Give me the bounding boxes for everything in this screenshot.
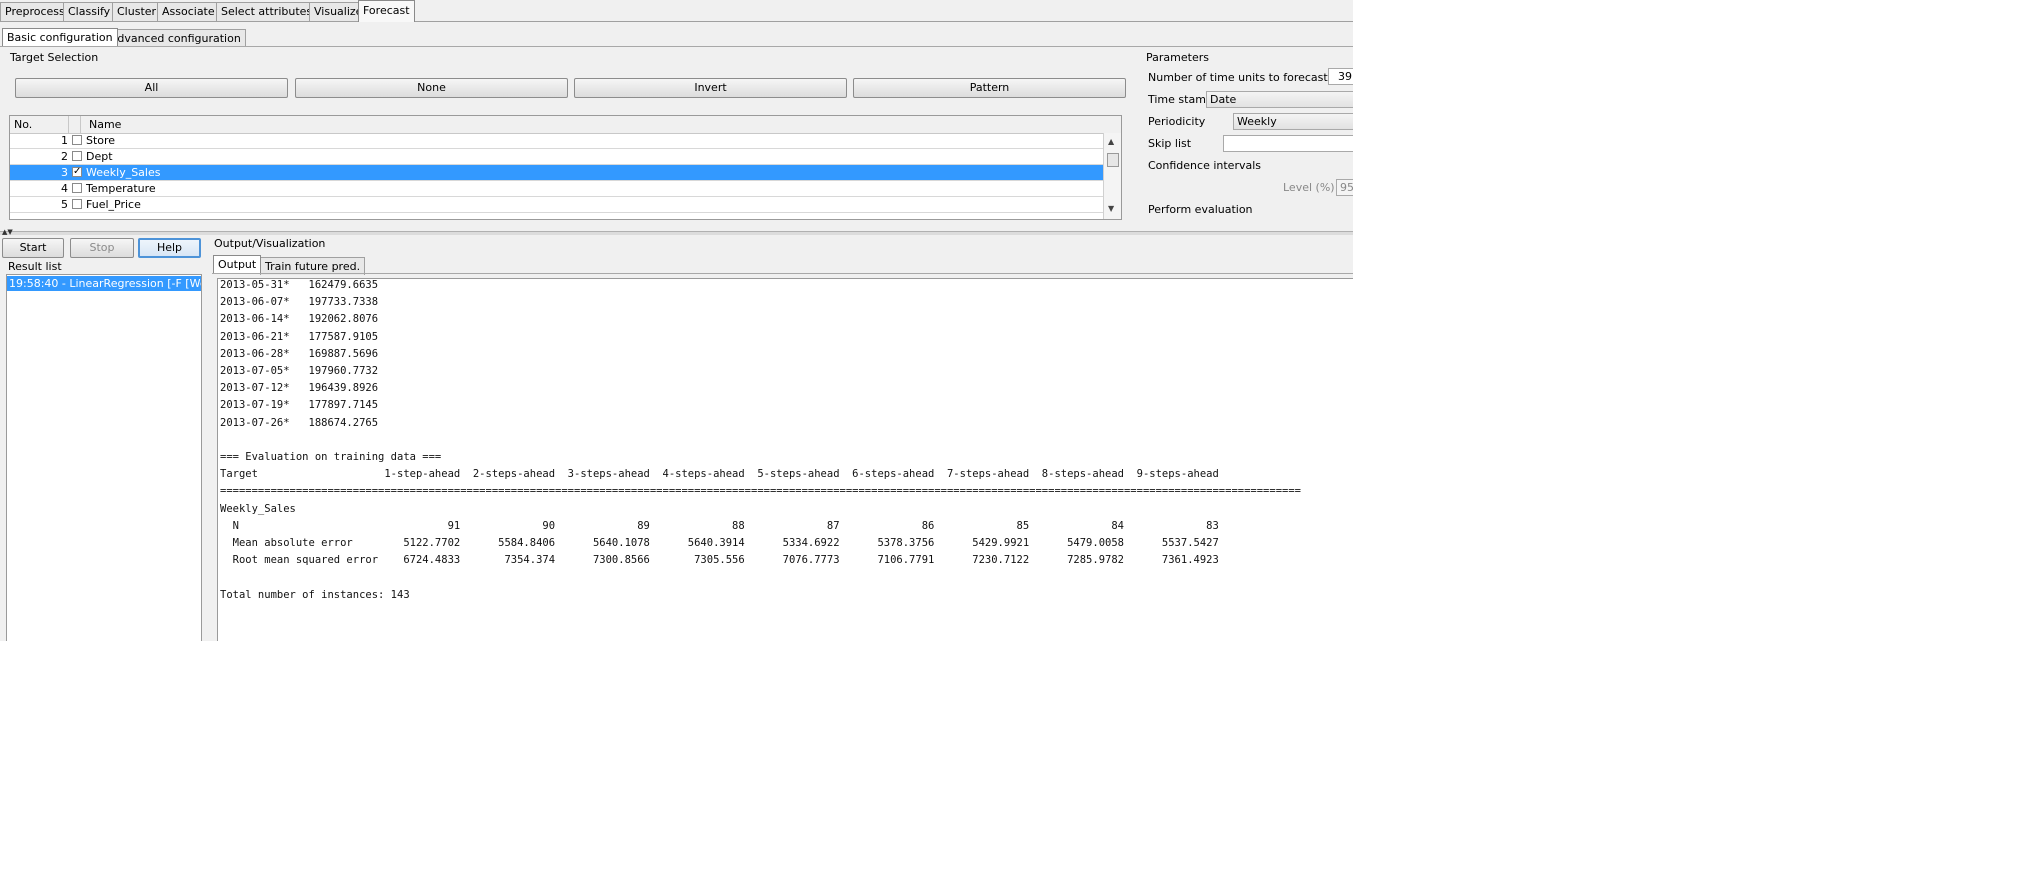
- row-number: 1: [61, 134, 68, 147]
- column-divider: [80, 116, 81, 133]
- result-list: 19:58:40 - LinearRegression [-F [Weekly_…: [6, 274, 202, 641]
- level-label: Level (%): [1283, 181, 1335, 194]
- row-checkbox[interactable]: [72, 151, 82, 161]
- table-row-selected[interactable]: 3 ✓ Weekly_Sales: [10, 165, 1111, 181]
- scroll-up-arrow-icon[interactable]: ▲: [1108, 137, 1114, 146]
- periodicity-select[interactable]: Weekly: [1233, 113, 1353, 130]
- table-scrollbar[interactable]: ▲ ▼: [1103, 133, 1121, 219]
- target-selection-title: Target Selection: [10, 51, 99, 64]
- row-checkbox[interactable]: [72, 135, 82, 145]
- table-row[interactable]: 1 Store: [10, 133, 1111, 149]
- tab-cluster[interactable]: Cluster: [112, 2, 162, 21]
- attribute-name: Dept: [86, 150, 113, 163]
- row-checkbox[interactable]: [72, 199, 82, 209]
- attribute-name: Temperature: [86, 182, 156, 195]
- table-header: No. Name: [10, 116, 1121, 134]
- scrollbar-thumb[interactable]: [1107, 153, 1119, 167]
- tab-output[interactable]: Output: [213, 255, 262, 273]
- row-number: 2: [61, 150, 68, 163]
- output-text-area[interactable]: 2013-05-31* 162479.6635 2013-06-07* 1977…: [217, 278, 1353, 641]
- tab-preprocess[interactable]: Preprocess: [0, 2, 70, 21]
- result-list-item[interactable]: 19:58:40 - LinearRegression [-F [Weekly_…: [7, 276, 201, 291]
- tab-basic-configuration[interactable]: Basic configuration: [2, 28, 118, 46]
- forecast-units-input[interactable]: 39: [1328, 68, 1353, 85]
- column-header-name[interactable]: Name: [89, 118, 121, 131]
- result-list-title: Result list: [8, 260, 62, 273]
- tab-advanced-configuration[interactable]: Advanced configuration: [105, 29, 246, 47]
- attribute-name: Weekly_Sales: [86, 166, 161, 179]
- row-number: 5: [61, 198, 68, 211]
- tab-select-attributes[interactable]: Select attributes: [216, 2, 318, 21]
- periodicity-label: Periodicity: [1148, 115, 1206, 128]
- row-number: 3: [61, 166, 68, 179]
- tab-associate[interactable]: Associate: [157, 2, 220, 21]
- table-row[interactable]: 5 Fuel_Price: [10, 197, 1111, 213]
- table-row[interactable]: 4 Temperature: [10, 181, 1111, 197]
- parameters-title: Parameters: [1146, 51, 1209, 64]
- scroll-down-arrow-icon[interactable]: ▼: [1108, 204, 1114, 213]
- table-row[interactable]: 2 Dept: [10, 149, 1111, 165]
- row-number: 4: [61, 182, 68, 195]
- forecast-units-label: Number of time units to forecast: [1148, 71, 1328, 84]
- split-arrows-icon[interactable]: ▲▼: [2, 229, 13, 236]
- output-tabs-divider: [212, 273, 1353, 274]
- invert-selection-button[interactable]: Invert: [574, 78, 847, 98]
- perform-evaluation-label: Perform evaluation: [1148, 203, 1253, 216]
- column-divider: [68, 116, 69, 133]
- stop-button[interactable]: Stop: [70, 238, 134, 258]
- main-tab-bar: Preprocess Classify Cluster Associate Se…: [0, 0, 1353, 22]
- output-visualization-title: Output/Visualization: [214, 237, 326, 250]
- split-pane-divider[interactable]: [0, 231, 1353, 235]
- start-button[interactable]: Start: [2, 238, 64, 258]
- weka-forecast-window: Preprocess Classify Cluster Associate Se…: [0, 0, 1353, 641]
- attribute-name: Fuel_Price: [86, 198, 141, 211]
- attribute-name: Store: [86, 134, 116, 147]
- select-none-button[interactable]: None: [295, 78, 568, 98]
- confidence-intervals-label: Confidence intervals: [1148, 159, 1262, 172]
- column-header-no[interactable]: No.: [14, 118, 32, 131]
- row-checkbox-checked[interactable]: ✓: [72, 167, 82, 177]
- tab-classify[interactable]: Classify: [63, 2, 116, 21]
- attributes-table: No. Name 1 Store 2 Dept 3 ✓ Weekly_Sales…: [9, 115, 1122, 220]
- pattern-button[interactable]: Pattern: [853, 78, 1126, 98]
- skip-list-input[interactable]: [1223, 135, 1353, 152]
- row-checkbox[interactable]: [72, 183, 82, 193]
- tab-forecast[interactable]: Forecast: [358, 0, 415, 22]
- config-tabs-divider: [0, 46, 1353, 47]
- output-text: 2013-05-31* 162479.6635 2013-06-07* 1977…: [220, 279, 1301, 601]
- level-input[interactable]: 95: [1336, 179, 1353, 196]
- timestamp-label: Time stamp: [1148, 93, 1213, 106]
- skip-list-label: Skip list: [1148, 137, 1192, 150]
- select-all-button[interactable]: All: [15, 78, 288, 98]
- help-button[interactable]: Help: [138, 238, 201, 258]
- timestamp-select[interactable]: Date: [1206, 91, 1353, 108]
